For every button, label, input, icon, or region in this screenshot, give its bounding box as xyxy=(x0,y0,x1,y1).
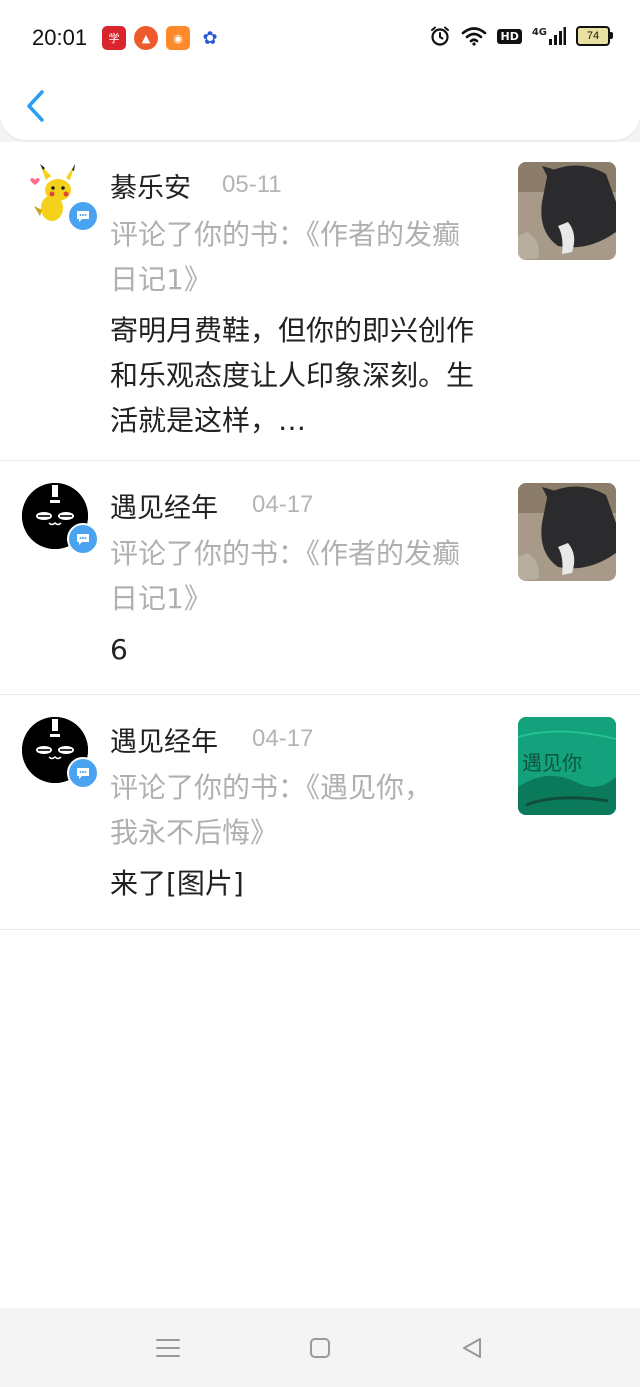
status-time: 20:01 xyxy=(32,25,88,50)
news-app-icon: 学 xyxy=(102,26,126,50)
comment-badge xyxy=(67,523,99,555)
home-button[interactable] xyxy=(302,1330,338,1366)
comment-date: 04-17 xyxy=(252,725,314,752)
back-button[interactable] xyxy=(14,84,58,128)
cat-photo-thumbnail xyxy=(518,483,616,581)
menu-icon xyxy=(156,1339,180,1357)
chevron-left-icon xyxy=(27,90,44,122)
red-app-icon: ▲ xyxy=(134,26,158,50)
comment-date: 04-17 xyxy=(252,491,314,518)
book-thumbnail[interactable] xyxy=(518,483,616,581)
home-square-icon xyxy=(310,1338,330,1358)
menu-button[interactable] xyxy=(150,1330,186,1366)
comment-bubble-icon xyxy=(77,211,89,222)
cat-photo-thumbnail xyxy=(518,162,616,260)
top-header-card: 20:01 学 ▲ ◉ ✿ HD 4G 74 xyxy=(0,0,640,140)
back-triangle-icon xyxy=(463,1338,481,1358)
comment-badge xyxy=(67,757,99,789)
user-name[interactable]: 綦乐安 xyxy=(110,166,191,205)
comment-item[interactable]: 遇见经年 04-17 评论了你的书：《遇见你，我永不后悔》 来了[图片] 遇见你 xyxy=(0,695,640,930)
status-bar: 20:01 学 ▲ ◉ ✿ HD 4G 74 xyxy=(0,0,640,80)
comment-bubble-icon xyxy=(77,534,89,545)
photo-app-icon: ◉ xyxy=(166,26,190,50)
comment-body[interactable]: 寄明月费鞋，但你的即兴创作和乐观态度让人印象深刻。生活就是这样，… xyxy=(110,308,480,443)
system-nav-bar xyxy=(0,1308,640,1387)
comment-body[interactable]: 来了[图片] xyxy=(110,861,480,906)
comment-notification-list: 綦乐安 05-11 评论了你的书：《作者的发癫日记1》 寄明月费鞋，但你的即兴创… xyxy=(0,142,640,1308)
comment-date: 05-11 xyxy=(222,171,282,198)
hd-badge: HD xyxy=(497,28,522,44)
battery-icon: 74 xyxy=(576,26,613,46)
battery-level: 74 xyxy=(586,30,600,42)
system-icons: HD 4G 74 xyxy=(429,25,613,47)
alarm-icon xyxy=(429,25,451,47)
comment-action[interactable]: 评论了你的书：《作者的发癫日记1》 xyxy=(110,212,480,302)
book-thumbnail[interactable] xyxy=(518,162,616,260)
comment-item[interactable]: 綦乐安 05-11 评论了你的书：《作者的发癫日记1》 寄明月费鞋，但你的即兴创… xyxy=(0,142,640,461)
baidu-paw-icon: ✿ xyxy=(202,27,218,49)
comment-action[interactable]: 评论了你的书：《遇见你，我永不后悔》 xyxy=(110,765,445,855)
user-name[interactable]: 遇见经年 xyxy=(110,720,218,759)
comment-action[interactable]: 评论了你的书：《作者的发癫日记1》 xyxy=(110,531,480,621)
user-name[interactable]: 遇见经年 xyxy=(110,486,218,525)
signal-icon: 4G xyxy=(532,27,566,45)
book-thumbnail[interactable]: 遇见你 xyxy=(518,717,616,815)
notification-app-icons: 学 ▲ ◉ ✿ xyxy=(102,26,222,50)
comment-bubble-icon xyxy=(77,768,89,779)
comment-item[interactable]: 遇见经年 04-17 评论了你的书：《作者的发癫日记1》 6 xyxy=(0,461,640,695)
nav-back-button[interactable] xyxy=(454,1330,490,1366)
network-type-label: 4G xyxy=(531,27,547,38)
thumbnail-title: 遇见你 xyxy=(522,751,582,775)
comment-badge xyxy=(67,200,99,232)
wifi-icon xyxy=(461,26,487,46)
comment-body[interactable]: 6 xyxy=(110,627,480,672)
